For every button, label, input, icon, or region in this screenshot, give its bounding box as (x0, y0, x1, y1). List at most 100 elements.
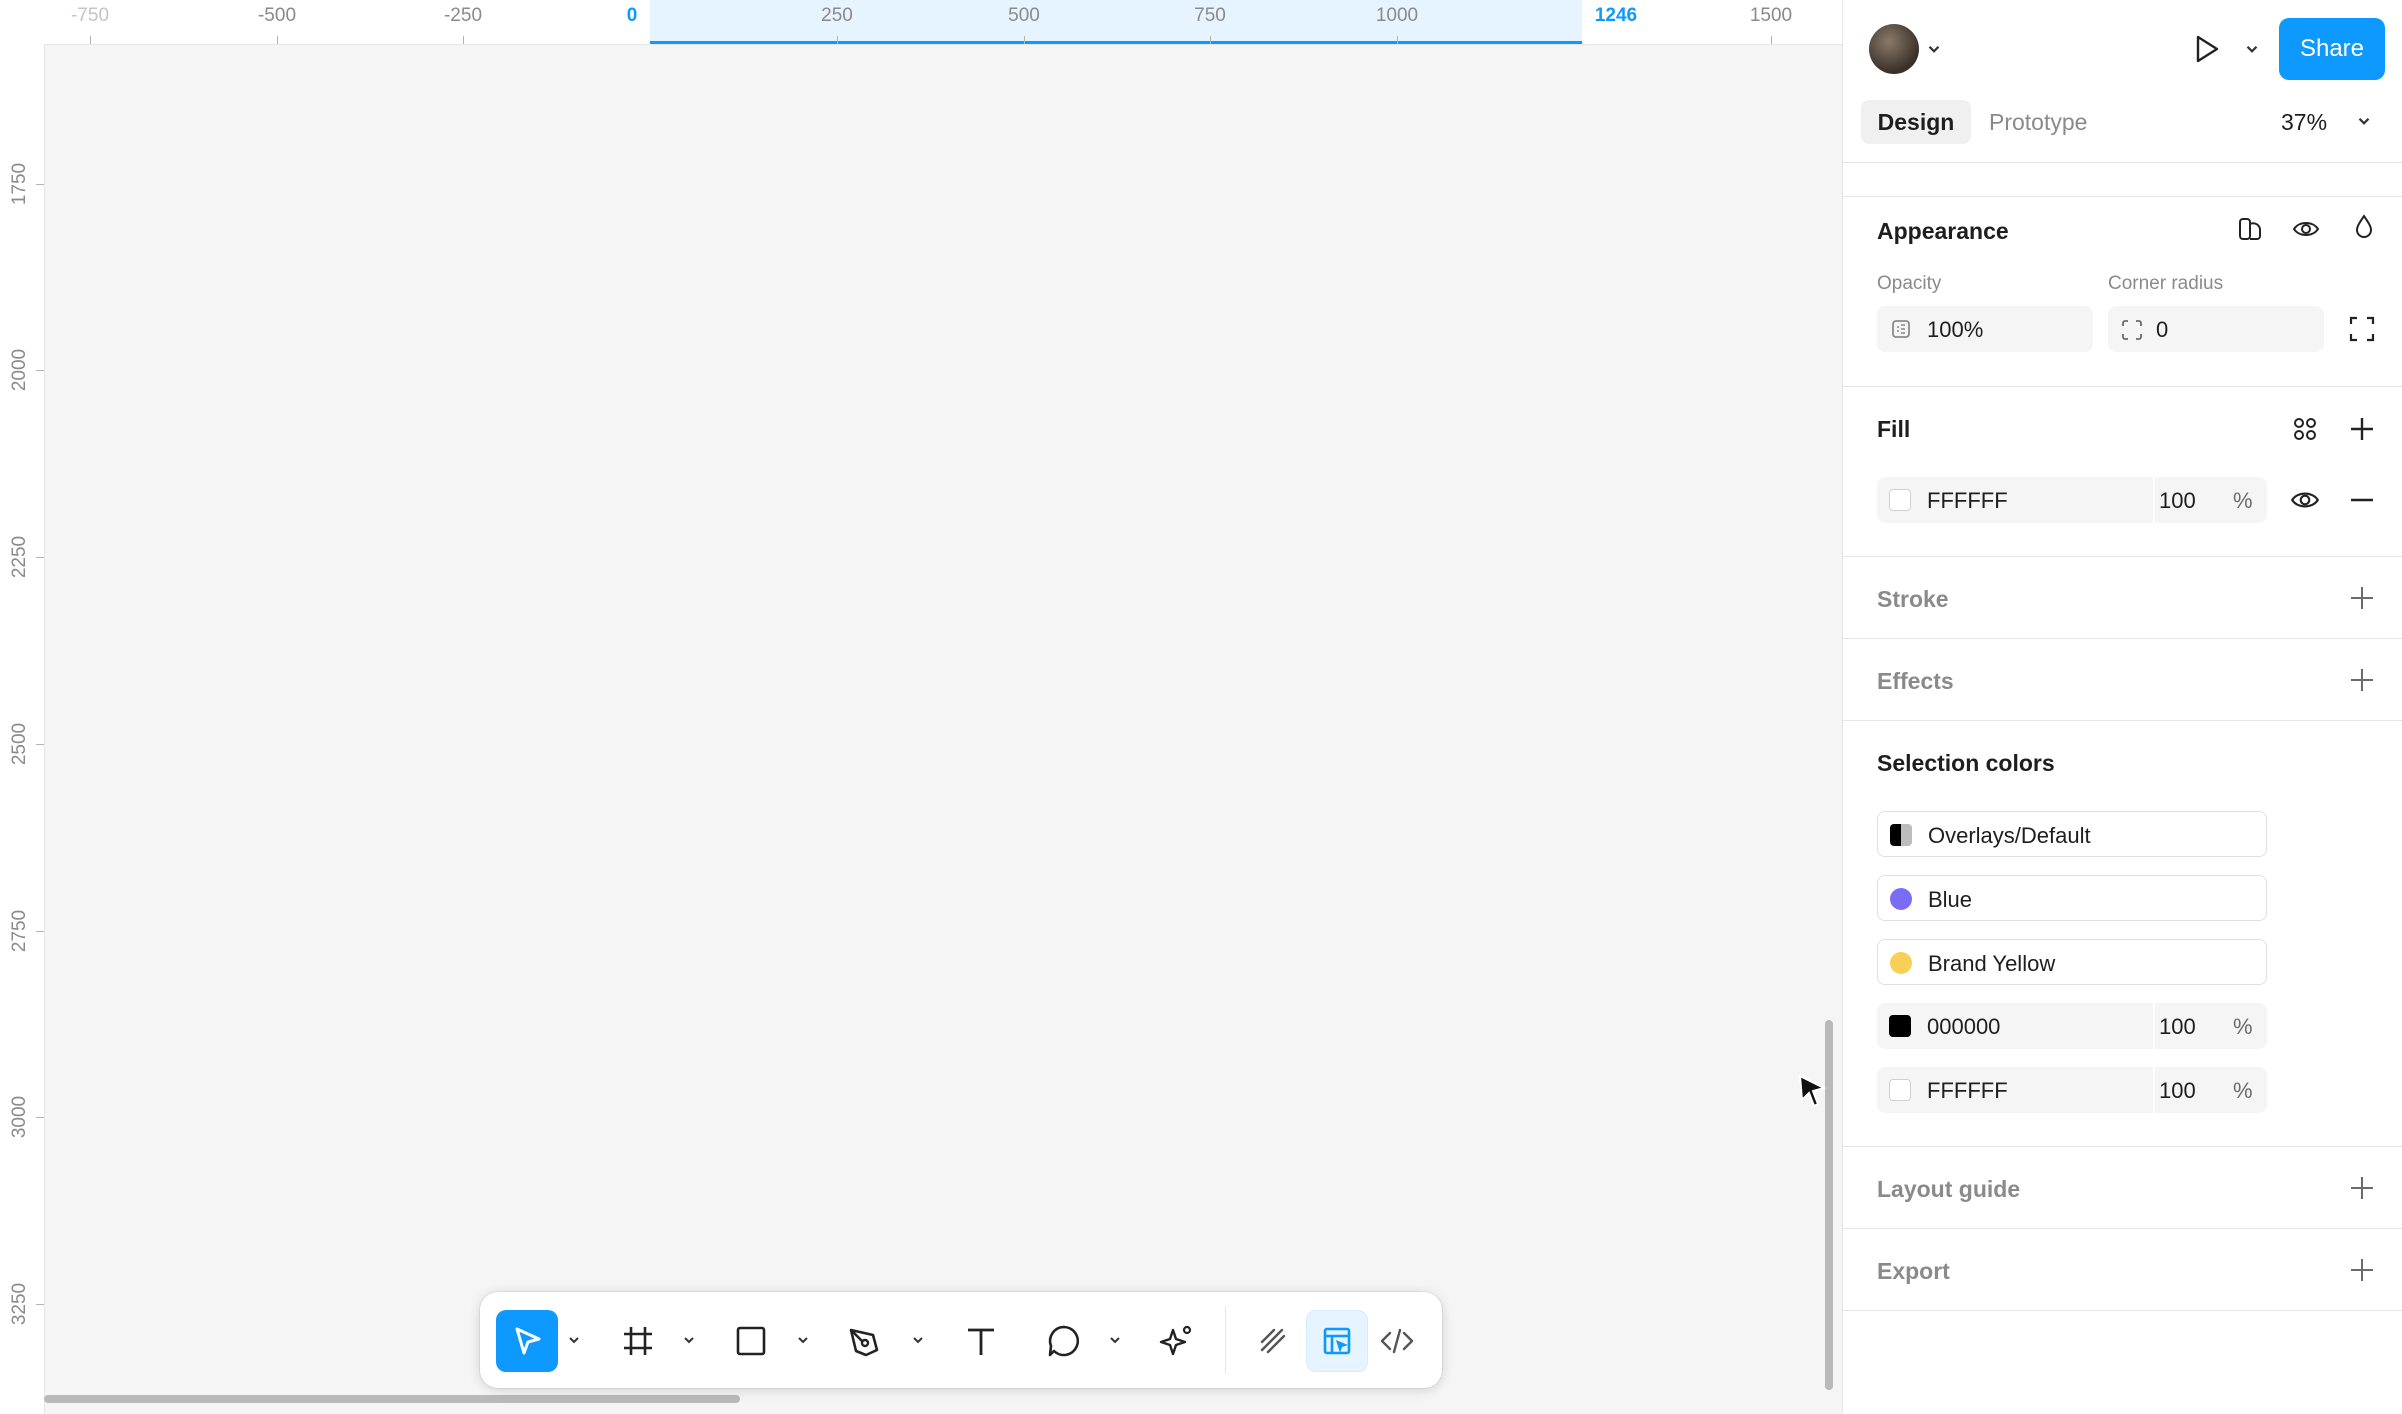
color-swatch[interactable] (1889, 1015, 1911, 1037)
plus-icon[interactable] (2346, 1172, 2378, 1204)
plus-icon[interactable] (2346, 664, 2378, 696)
ruler-label: 3250 (9, 1282, 30, 1326)
opacity-field[interactable]: 100% (1877, 306, 2093, 352)
selection-color-label: Brand Yellow (1928, 951, 2056, 976)
chevron-down-icon[interactable] (795, 1332, 811, 1348)
fill-title: Fill (1877, 416, 1911, 442)
dev-mode-button[interactable] (1366, 1310, 1428, 1372)
chevron-down-icon[interactable] (566, 1332, 582, 1348)
chevron-down-icon[interactable] (1107, 1332, 1123, 1348)
stroke-title: Stroke (1877, 586, 1949, 612)
selection-color-item[interactable]: Blue (1877, 875, 2267, 921)
play-icon[interactable] (2189, 32, 2223, 66)
color-swatch[interactable] (1889, 489, 1911, 511)
chevron-down-icon[interactable] (2355, 112, 2373, 130)
opacity-label: Opacity (1877, 273, 1942, 294)
chevron-down-icon[interactable] (681, 1332, 697, 1348)
ruler-selection-highlight (650, 0, 1582, 44)
ruler-label: 2250 (9, 535, 30, 579)
chevron-down-icon[interactable] (2243, 40, 2261, 58)
field-split (2153, 477, 2155, 523)
divider (1843, 720, 2402, 721)
selection-color-item[interactable]: Overlays/Default (1877, 811, 2267, 857)
text-icon (968, 1328, 994, 1355)
text-tool-button[interactable] (950, 1310, 1012, 1372)
eye-icon[interactable] (2289, 484, 2321, 516)
move-tool-button[interactable] (496, 1310, 558, 1372)
independent-corners-icon[interactable] (2347, 314, 2377, 344)
actions-tool-button[interactable] (1146, 1310, 1208, 1372)
horizontal-ruler: -750 -500 -250 0 250 500 750 1000 1246 1… (0, 0, 1842, 45)
ruler-label: 2750 (9, 909, 30, 953)
zoom-level[interactable]: 37% (2281, 109, 2327, 136)
ruler-label: 1750 (9, 162, 30, 206)
opacity-value: 100% (1927, 317, 1984, 342)
rectangle-icon (736, 1326, 766, 1356)
ruler-label: 2000 (9, 348, 30, 392)
corner-radius-icon (2122, 320, 2142, 340)
corner-radius-label: Corner radius (2108, 273, 2224, 294)
color-swatch[interactable] (1890, 952, 1912, 974)
sparkle-icon (1159, 1325, 1192, 1356)
toolbar-divider (1225, 1306, 1226, 1374)
share-button[interactable]: Share (2279, 18, 2385, 80)
pen-tool-button[interactable] (834, 1310, 896, 1372)
fill-color-field[interactable]: FFFFFF 100 % (1877, 477, 2267, 523)
move-arrow-icon (515, 1327, 541, 1355)
divider (1843, 1228, 2402, 1229)
plus-icon[interactable] (2346, 413, 2378, 445)
horizontal-scrollbar[interactable] (44, 1395, 740, 1403)
rectangle-tool-button[interactable] (720, 1310, 782, 1372)
ruler-label: 2500 (9, 722, 30, 766)
eye-icon[interactable] (2291, 214, 2321, 244)
divider (1843, 1310, 2402, 1311)
frame-tool-button[interactable] (607, 1310, 669, 1372)
selection-color-item[interactable]: FFFFFF 100 % (1877, 1067, 2267, 1113)
fill-hex-value: FFFFFF (1927, 488, 2008, 513)
corner-radius-field[interactable]: 0 (2108, 306, 2324, 352)
selection-colors-title: Selection colors (1877, 750, 2055, 776)
avatar[interactable] (1869, 24, 1919, 74)
comment-tool-button[interactable] (1033, 1310, 1095, 1372)
divider (1843, 638, 2402, 639)
selection-color-label: 000000 (1927, 1014, 2001, 1039)
field-split (2153, 1003, 2155, 1049)
selection-color-opacity: 100 (2159, 1014, 2196, 1039)
tab-prototype[interactable]: Prototype (1989, 109, 2087, 136)
variant-icon[interactable] (2235, 214, 2265, 244)
selection-color-item[interactable]: Brand Yellow (1877, 939, 2267, 985)
plus-icon[interactable] (2346, 582, 2378, 614)
blend-mode-icon[interactable] (2349, 212, 2379, 242)
selection-color-label: FFFFFF (1927, 1078, 2008, 1103)
ruler-label: 0 (626, 5, 638, 26)
draw-mode-button[interactable] (1242, 1310, 1304, 1372)
divider (1843, 162, 2402, 163)
design-canvas[interactable]: -750 -500 -250 0 250 500 750 1000 1246 1… (0, 0, 1842, 1414)
color-swatch[interactable] (1890, 824, 1912, 846)
vertical-scrollbar[interactable] (1825, 1020, 1833, 1390)
plus-icon[interactable] (2346, 1254, 2378, 1286)
chevron-down-icon[interactable] (910, 1332, 926, 1348)
ruler-label: 1246 (1594, 5, 1638, 26)
tab-design[interactable]: Design (1861, 100, 1971, 144)
selection-color-label: Blue (1928, 887, 1973, 912)
appearance-title: Appearance (1877, 218, 2009, 244)
percent-sign: % (2233, 1078, 2253, 1103)
divider (1843, 196, 2402, 197)
field-split (2153, 1067, 2155, 1113)
comment-icon (1048, 1325, 1080, 1357)
code-icon (1380, 1328, 1414, 1354)
chevron-down-icon[interactable] (1925, 40, 1943, 58)
styles-grid-icon[interactable] (2289, 413, 2321, 445)
vertical-ruler: 1750 2000 2250 2500 2750 3000 3250 (0, 44, 45, 1414)
color-swatch[interactable] (1890, 888, 1912, 910)
mode-switcher (1242, 1306, 1432, 1376)
pen-icon (849, 1328, 879, 1357)
color-swatch[interactable] (1889, 1079, 1911, 1101)
ruler-label: 1000 (1375, 5, 1419, 26)
design-mode-button[interactable] (1306, 1310, 1368, 1372)
ruler-label: -750 (70, 5, 110, 26)
selection-color-item[interactable]: 000000 100 % (1877, 1003, 2267, 1049)
minus-icon[interactable] (2346, 484, 2378, 516)
selection-color-opacity: 100 (2159, 1078, 2196, 1103)
